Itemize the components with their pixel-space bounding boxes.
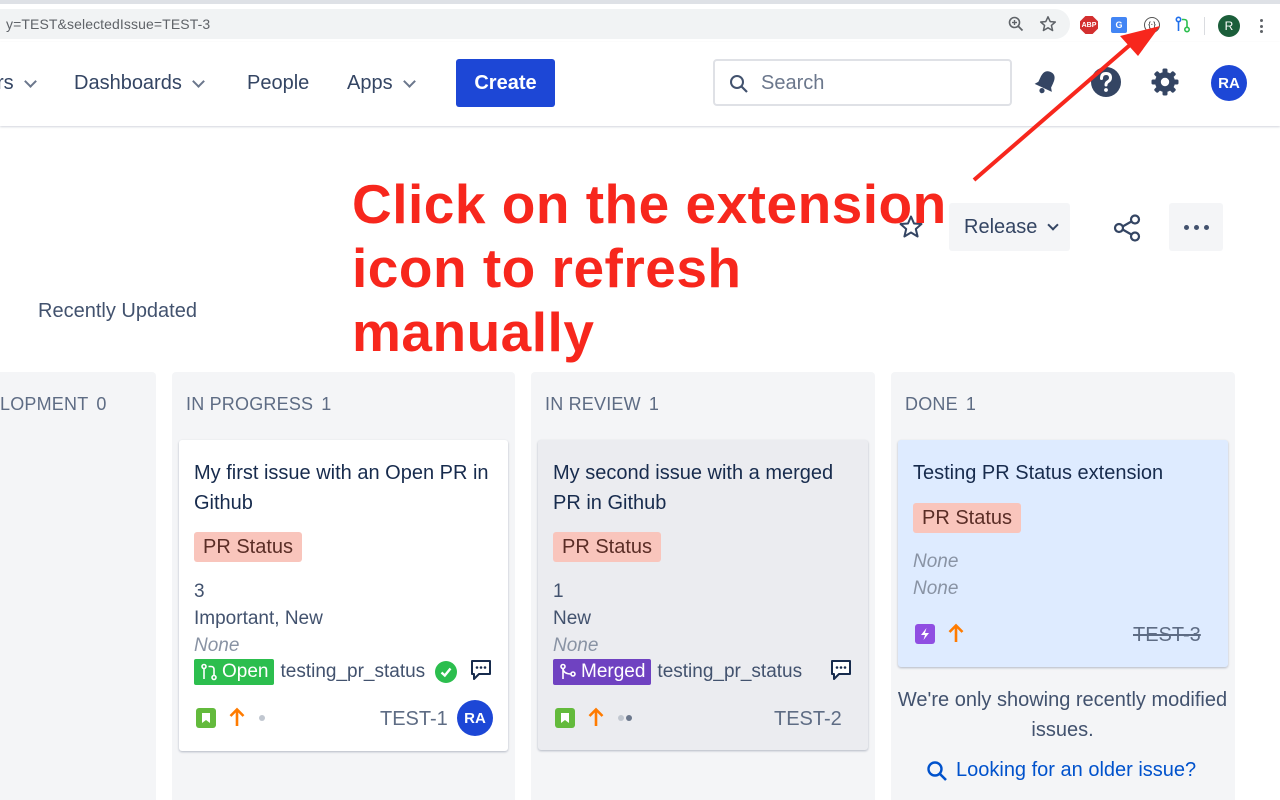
pr-status-label: PR Status: [553, 532, 662, 562]
older-issue-link[interactable]: Looking for an older issue?: [926, 759, 1196, 782]
address-bar[interactable]: y=TEST&selectedIssue=TEST-3: [0, 9, 1070, 39]
priority-high-icon: [588, 707, 604, 726]
pr-status-label: PR Status: [194, 532, 303, 562]
pr-open-badge[interactable]: Open: [194, 659, 275, 685]
estimate-dot: [618, 715, 624, 721]
annotation-arrow-icon: [972, 26, 1160, 182]
nav-label-dashboards: Dashboards: [74, 72, 182, 94]
nav-item-apps[interactable]: Apps: [347, 72, 416, 95]
url-text[interactable]: y=TEST&selectedIssue=TEST-3: [6, 16, 210, 32]
issue-card-test-3[interactable]: Testing PR Status extension PR Status No…: [898, 440, 1228, 667]
issue-key[interactable]: TEST-3: [1133, 624, 1201, 647]
card-title: Testing PR Status extension: [913, 462, 1164, 484]
profile-avatar[interactable]: R: [1218, 15, 1240, 37]
card-field-empty: None: [553, 635, 599, 656]
priority-high-icon: [948, 623, 964, 642]
search-icon: [927, 760, 947, 781]
annotation-text: Click on the extension icon to refresh m…: [352, 172, 992, 364]
column-header: LOPMENT 0: [0, 394, 107, 415]
priority-high-icon: [229, 707, 245, 726]
search-icon: [730, 75, 748, 93]
card-field-labels: New: [553, 608, 592, 629]
column-count: 1: [648, 394, 660, 414]
older-issue-label: Looking for an older issue?: [956, 759, 1197, 781]
user-avatar[interactable]: RA: [1211, 65, 1247, 101]
story-icon: [196, 708, 216, 728]
recent-issues-note: We're only showing recently modified iss…: [897, 689, 1228, 741]
card-field-empty: None: [194, 635, 240, 656]
card-field-empty: None: [913, 578, 959, 599]
board-column-development: LOPMENT 0: [0, 372, 156, 800]
card-field-labels: Important, New: [194, 608, 323, 629]
pr-repo-name[interactable]: testing_pr_status: [280, 661, 425, 683]
merge-icon: [560, 663, 576, 679]
annotation-line: icon to refresh manually: [352, 237, 742, 363]
share-icon: [1113, 214, 1141, 242]
nav-label-people: People: [247, 72, 310, 94]
pr-info-row: Open testing_pr_status: [194, 659, 458, 685]
issue-key[interactable]: TEST-1: [380, 708, 448, 731]
chevron-down-icon: [1047, 218, 1060, 231]
column-header: IN REVIEW 1: [545, 394, 659, 415]
pr-info-row: Merged testing_pr_status: [553, 659, 802, 685]
browser-menu-icon[interactable]: [1254, 16, 1268, 36]
pr-state-text: Merged: [581, 661, 646, 682]
card-title: My first issue with an Open PR in Github: [194, 462, 489, 514]
issue-card-test-2[interactable]: My second issue with a merged PR in Gith…: [538, 440, 868, 750]
comment-icon[interactable]: [829, 658, 853, 682]
column-header: DONE 1: [905, 394, 976, 415]
epic-icon: [915, 624, 935, 644]
column-title: IN REVIEW: [545, 394, 641, 414]
column-header: IN PROGRESS 1: [186, 394, 331, 415]
nav-label-apps: Apps: [347, 72, 393, 94]
chevron-down-icon: [191, 74, 205, 88]
nav-item-dashboards[interactable]: Dashboards: [74, 72, 205, 95]
story-icon: [555, 708, 575, 728]
column-title: LOPMENT: [0, 394, 89, 414]
pull-request-icon: [201, 663, 217, 681]
pr-merged-badge[interactable]: Merged: [553, 659, 652, 685]
nav-item-filters[interactable]: rs: [0, 72, 37, 95]
card-field-empty: None: [913, 551, 959, 572]
more-actions-button[interactable]: [1169, 203, 1223, 251]
pr-status-label: PR Status: [913, 503, 1022, 533]
nav-label-filters: rs: [0, 72, 14, 94]
card-title: My second issue with a merged PR in Gith…: [553, 462, 834, 514]
comment-icon[interactable]: [469, 658, 493, 682]
issue-card-test-1[interactable]: My first issue with an Open PR in Github…: [179, 440, 508, 751]
estimate-dot: [259, 715, 265, 721]
chevron-down-icon: [402, 74, 416, 88]
assignee-avatar[interactable]: RA: [457, 700, 493, 736]
checks-passed-icon: [435, 661, 458, 683]
card-field-value: 3: [194, 581, 205, 602]
toolbar-divider: [1204, 17, 1205, 35]
annotation-line: Click on the extension: [352, 173, 947, 235]
column-count: 1: [965, 394, 977, 414]
pr-repo-name[interactable]: testing_pr_status: [657, 661, 802, 683]
pr-state-text: Open: [222, 661, 269, 682]
column-title: DONE: [905, 394, 958, 414]
board-column-in-review: IN REVIEW 1 My second issue with a merged…: [531, 372, 875, 800]
estimate-dot: [626, 715, 632, 721]
card-field-value: 1: [553, 581, 564, 602]
recently-updated-filter[interactable]: Recently Updated: [38, 300, 197, 323]
share-button[interactable]: [1108, 210, 1146, 246]
create-button[interactable]: Create: [456, 59, 555, 107]
pr-status-icon: [1175, 16, 1191, 33]
chevron-down-icon: [23, 74, 37, 88]
board-column-in-progress: IN PROGRESS 1 My first issue with an Open…: [172, 372, 515, 800]
column-count: 0: [96, 394, 107, 414]
pr-status-extension-icon[interactable]: [1172, 14, 1194, 36]
column-count: 1: [321, 394, 332, 414]
issue-key[interactable]: TEST-2: [774, 708, 842, 731]
search-placeholder: Search: [761, 72, 825, 94]
column-title: IN PROGRESS: [186, 394, 314, 414]
nav-item-people[interactable]: People: [247, 72, 309, 95]
